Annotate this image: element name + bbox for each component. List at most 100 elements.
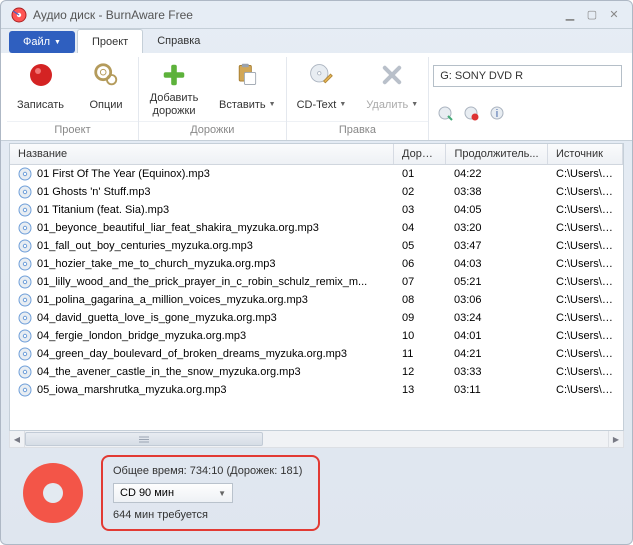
cell-track: 10 — [394, 329, 446, 343]
group-project-label: Проект — [7, 121, 138, 139]
cell-duration: 03:24 — [446, 311, 548, 325]
table-row[interactable]: 01 First Of The Year (Equinox).mp30104:2… — [10, 165, 623, 183]
cell-duration: 04:22 — [446, 167, 548, 181]
cell-duration: 04:03 — [446, 257, 548, 271]
required-time: 644 мин требуется — [113, 509, 302, 521]
dropdown-icon: ▼ — [339, 101, 346, 109]
cell-track: 04 — [394, 221, 446, 235]
track-name: 01 First Of The Year (Equinox).mp3 — [37, 168, 210, 180]
cell-source: C:\Users\kate\Mus — [548, 221, 623, 235]
track-name: 01_hozier_take_me_to_church_myzuka.org.m… — [37, 258, 275, 270]
group-tracks-label: Дорожки — [139, 121, 286, 139]
cell-duration: 03:06 — [446, 293, 548, 307]
cell-duration: 03:47 — [446, 239, 548, 253]
menubar: Файл ▼ Проект Справка — [1, 29, 632, 53]
insert-button[interactable]: Вставить▼ — [209, 57, 286, 121]
cell-name: 05_iowa_marshrutka_myzuka.org.mp3 — [10, 382, 394, 398]
cell-source: C:\Users\kate\Mus — [548, 365, 623, 379]
minimize-button[interactable]: ▁ — [562, 8, 578, 22]
table-row[interactable]: 04_the_avener_castle_in_the_snow_myzuka.… — [10, 363, 623, 381]
add-tracks-label: Добавить дорожки — [150, 92, 199, 118]
table-row[interactable]: 01 Ghosts 'n' Stuff.mp30203:38C:\Users\k… — [10, 183, 623, 201]
col-source[interactable]: Источник — [548, 144, 623, 164]
add-tracks-button[interactable]: Добавить дорожки — [139, 57, 209, 121]
cell-duration: 04:21 — [446, 347, 548, 361]
cell-source: C:\Users\kate\Mus — [548, 293, 623, 307]
table-row[interactable]: 04_green_day_boulevard_of_broken_dreams_… — [10, 345, 623, 363]
maximize-button[interactable]: ▢ — [584, 8, 600, 22]
svg-text:i: i — [496, 108, 498, 120]
scroll-left-icon[interactable]: ◀ — [10, 431, 25, 447]
scroll-thumb[interactable] — [25, 432, 263, 446]
track-name: 01_fall_out_boy_centuries_myzuka.org.mp3 — [37, 240, 253, 252]
grip-icon — [138, 436, 150, 443]
delete-icon — [377, 60, 407, 90]
options-button[interactable]: Опции — [74, 57, 138, 121]
table-row[interactable]: 01_beyonce_beautiful_liar_feat_shakira_m… — [10, 219, 623, 237]
col-duration[interactable]: Продолжитель... — [446, 144, 548, 164]
clipboard-icon — [232, 60, 262, 90]
cell-source: C:\Users\kate\Mus — [548, 239, 623, 253]
list-header: Название Доро... Продолжитель... Источни… — [10, 144, 623, 165]
dropdown-icon: ▼ — [54, 39, 61, 46]
cell-name: 01_beyonce_beautiful_liar_feat_shakira_m… — [10, 220, 394, 236]
burn-button[interactable]: Записать — [7, 57, 74, 121]
disc-type-label: CD 90 мин — [120, 487, 174, 499]
menu-file[interactable]: Файл ▼ — [9, 31, 75, 53]
table-row[interactable]: 01_fall_out_boy_centuries_myzuka.org.mp3… — [10, 237, 623, 255]
cell-source: C:\Users\kate\Mus — [548, 275, 623, 289]
cell-source: C:\Users\kate\Mus — [548, 185, 623, 199]
cell-duration: 03:20 — [446, 221, 548, 235]
audio-file-icon — [18, 239, 32, 253]
cdtext-button[interactable]: CD-Text▼ — [287, 57, 357, 121]
info-icon[interactable]: i — [489, 105, 505, 121]
audio-file-icon — [18, 365, 32, 379]
horizontal-scrollbar[interactable]: ◀ ▶ — [9, 431, 624, 448]
menu-help[interactable]: Справка — [143, 29, 214, 53]
disc-usage-icon — [21, 461, 85, 525]
app-window: Аудио диск - BurnAware Free ▁ ▢ ✕ Файл▼ … — [0, 0, 633, 545]
cell-name: 04_fergie_london_bridge_myzuka.org.mp3 — [10, 328, 394, 344]
disc-type-select[interactable]: CD 90 мин ▼ — [113, 483, 233, 503]
ribbon-group-project: Записать Опции Проект — [7, 57, 139, 140]
col-name[interactable]: Название — [10, 144, 394, 164]
menu-project[interactable]: Проект — [77, 29, 143, 53]
insert-label: Вставить — [219, 99, 266, 112]
audio-file-icon — [18, 185, 32, 199]
disc-edit-icon — [306, 60, 336, 90]
scroll-right-icon[interactable]: ▶ — [608, 431, 623, 447]
record-icon — [26, 60, 56, 90]
track-name: 04_fergie_london_bridge_myzuka.org.mp3 — [37, 330, 246, 342]
drive-select[interactable]: G: SONY DVD R — [433, 65, 622, 87]
cell-source: C:\Users\kate\Mus — [548, 347, 623, 361]
close-button[interactable]: ✕ — [606, 8, 622, 22]
table-row[interactable]: 04_david_guetta_love_is_gone_myzuka.org.… — [10, 309, 623, 327]
track-name: 05_iowa_marshrutka_myzuka.org.mp3 — [37, 384, 227, 396]
window-controls: ▁ ▢ ✕ — [562, 8, 622, 22]
cell-track: 13 — [394, 383, 446, 397]
audio-file-icon — [18, 311, 32, 325]
cell-name: 01_hozier_take_me_to_church_myzuka.org.m… — [10, 256, 394, 272]
table-row[interactable]: 01 Titanium (feat. Sia).mp30304:05C:\Use… — [10, 201, 623, 219]
table-row[interactable]: 01_lilly_wood_and_the_prick_prayer_in_c_… — [10, 273, 623, 291]
cell-source: C:\Users\kate\Mus — [548, 329, 623, 343]
table-row[interactable]: 01_polina_gagarina_a_million_voices_myzu… — [10, 291, 623, 309]
table-row[interactable]: 01_hozier_take_me_to_church_myzuka.org.m… — [10, 255, 623, 273]
options-label: Опции — [89, 92, 122, 118]
col-track[interactable]: Доро... — [394, 144, 446, 164]
menu-file-label: Файл — [23, 36, 50, 48]
burn-label: Записать — [17, 92, 64, 118]
delete-button[interactable]: Удалить▼ — [356, 57, 428, 121]
table-row[interactable]: 05_iowa_marshrutka_myzuka.org.mp31303:11… — [10, 381, 623, 399]
cell-source: C:\Users\kate\Mus — [548, 167, 623, 181]
audio-file-icon — [18, 221, 32, 235]
track-name: 01 Ghosts 'n' Stuff.mp3 — [37, 186, 150, 198]
track-list: Название Доро... Продолжитель... Источни… — [9, 143, 624, 431]
table-row[interactable]: 04_fergie_london_bridge_myzuka.org.mp3 10… — [10, 327, 623, 345]
cell-track: 12 — [394, 365, 446, 379]
track-name: 01_lilly_wood_and_the_prick_prayer_in_c_… — [37, 276, 367, 288]
stop-icon[interactable] — [463, 105, 479, 121]
dropdown-icon: ▼ — [218, 489, 226, 498]
cell-name: 01_polina_gagarina_a_million_voices_myzu… — [10, 292, 394, 308]
eject-icon[interactable] — [437, 105, 453, 121]
